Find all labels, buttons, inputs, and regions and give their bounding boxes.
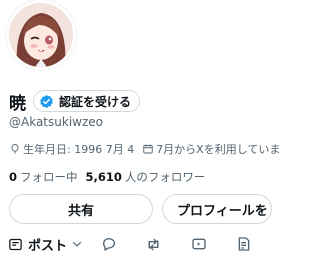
- article-icon: [238, 237, 250, 251]
- profile-meta-row: 生年月日: 1996 7月 4 7月からXを利用していま: [9, 141, 280, 157]
- verified-badge-icon: [40, 94, 53, 108]
- get-verified-label: 認証を受ける: [59, 94, 132, 109]
- user-handle: @Akatsukiwzeo: [9, 115, 103, 129]
- followers-count: 5,610: [85, 170, 122, 184]
- calendar-icon: [143, 144, 153, 154]
- articles-tab[interactable]: [236, 234, 252, 254]
- post-tab-label: ポスト: [28, 238, 68, 254]
- replies-tab[interactable]: [101, 234, 117, 254]
- get-verified-button[interactable]: 認証を受ける: [33, 90, 141, 112]
- following-link[interactable]: 0 フォロー中: [9, 169, 78, 185]
- balloon-icon: [11, 144, 19, 154]
- chevron-down-icon: [72, 241, 82, 247]
- compose-post-icon: [9, 238, 22, 250]
- profile-name-row: 暁 認証を受ける: [9, 90, 141, 114]
- display-name: 暁: [9, 93, 26, 114]
- avatar-illustration: [9, 3, 73, 67]
- post-tab[interactable]: ポスト: [8, 234, 83, 254]
- post-type-bar: ポスト: [0, 229, 259, 260]
- joined-date-text: 7月からXを利用していま: [156, 143, 281, 156]
- edit-profile-button[interactable]: プロフィールを: [162, 194, 272, 224]
- reply-icon: [103, 238, 115, 251]
- media-icon: [192, 238, 206, 250]
- followers-label: 人のフォロワー: [124, 170, 206, 184]
- followers-link[interactable]: 5,610 人のフォロワー: [86, 169, 206, 185]
- media-tab[interactable]: [191, 234, 207, 254]
- avatar[interactable]: [6, 0, 76, 70]
- reposts-tab[interactable]: [145, 234, 162, 254]
- follow-stats: 0 フォロー中 5,610 人のフォロワー: [9, 169, 205, 185]
- repost-icon: [148, 238, 159, 250]
- following-count: 0: [9, 170, 18, 184]
- share-button[interactable]: 共有: [9, 194, 153, 224]
- following-label: フォロー中: [20, 170, 78, 184]
- share-label: 共有: [67, 203, 94, 219]
- birthday-text: 生年月日: 1996 7月 4: [23, 143, 135, 156]
- edit-profile-label: プロフィールを: [177, 203, 268, 219]
